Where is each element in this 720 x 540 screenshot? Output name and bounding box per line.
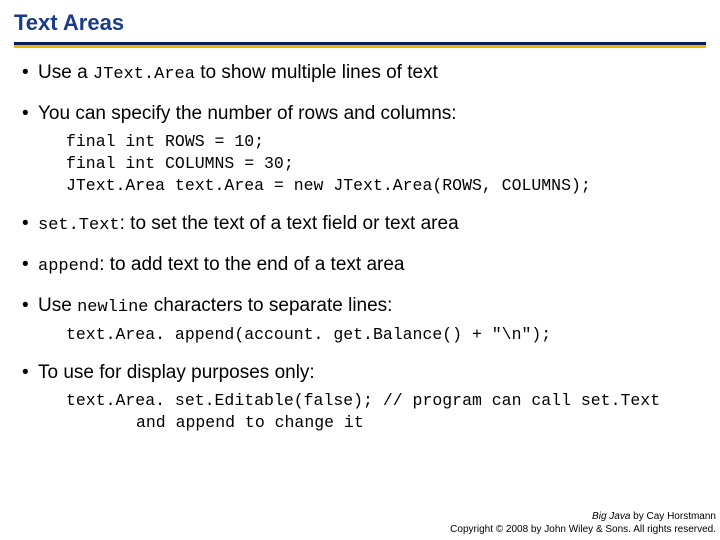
bullet-text: To use for display purposes only: bbox=[38, 362, 315, 383]
bullet-item: append: to add text to the end of a text… bbox=[20, 252, 702, 279]
code-block: text.Area. append(account. get.Balance()… bbox=[66, 324, 702, 346]
code-inline: newline bbox=[77, 298, 148, 317]
slide-title: Text Areas bbox=[14, 10, 706, 40]
code-line: text.Area. set.Editable(false); // progr… bbox=[66, 391, 660, 410]
footer: Big Java by Cay Horstmann Copyright © 20… bbox=[450, 511, 716, 536]
slide-body: Text Areas Use a JText.Area to show mult… bbox=[0, 0, 720, 435]
code-inline: JText.Area bbox=[93, 65, 195, 84]
bullet-item: Use a JText.Area to show multiple lines … bbox=[20, 60, 702, 87]
footer-line: Big Java by Cay Horstmann bbox=[450, 511, 716, 524]
rule-yellow bbox=[14, 45, 706, 48]
bullet-list: Use a JText.Area to show multiple lines … bbox=[14, 60, 706, 435]
footer-author: by Cay Horstmann bbox=[630, 511, 716, 522]
code-line: and append to change it bbox=[66, 412, 694, 434]
footer-book-title: Big Java bbox=[592, 511, 630, 522]
bullet-item: You can specify the number of rows and c… bbox=[20, 101, 702, 197]
bullet-item: To use for display purposes only: text.A… bbox=[20, 360, 702, 434]
code-block: final int ROWS = 10; final int COLUMNS =… bbox=[66, 131, 702, 198]
bullet-text: characters to separate lines: bbox=[149, 295, 393, 316]
code-inline: append bbox=[38, 257, 99, 276]
footer-copyright: Copyright © 2008 by John Wiley & Sons. A… bbox=[450, 524, 716, 537]
bullet-text: to show multiple lines of text bbox=[195, 62, 438, 83]
bullet-item: Use newline characters to separate lines… bbox=[20, 293, 702, 346]
bullet-item: set.Text: to set the text of a text fiel… bbox=[20, 211, 702, 238]
bullet-text: You can specify the number of rows and c… bbox=[38, 103, 457, 124]
bullet-text: Use a bbox=[38, 62, 93, 83]
bullet-text: : to add text to the end of a text area bbox=[99, 254, 404, 275]
code-block: text.Area. set.Editable(false); // progr… bbox=[66, 390, 702, 435]
code-inline: set.Text bbox=[38, 216, 120, 235]
bullet-text: : to set the text of a text field or tex… bbox=[120, 213, 459, 234]
bullet-text: Use bbox=[38, 295, 77, 316]
